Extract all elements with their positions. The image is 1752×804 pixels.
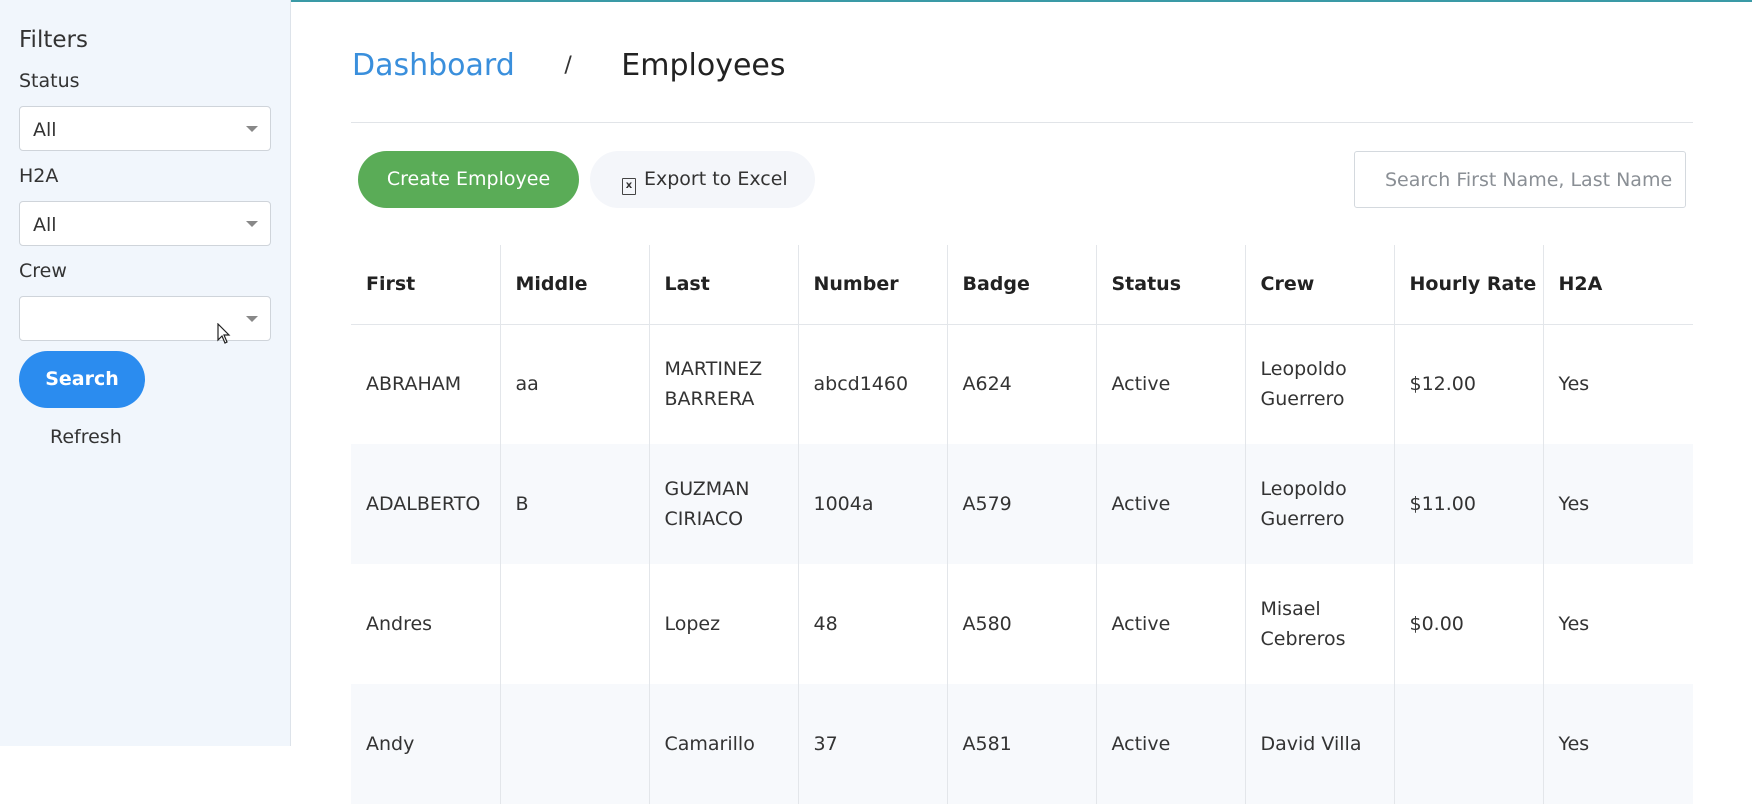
cell-h2a: Yes (1543, 444, 1693, 564)
crew-label: Crew (19, 260, 67, 282)
table-row[interactable]: Andy Camarillo 37 A581 Active David Vill… (351, 684, 1693, 804)
column-header-number[interactable]: Number (798, 245, 948, 325)
breadcrumb: Dashboard / Employees (352, 48, 786, 83)
h2a-select[interactable]: All (19, 201, 271, 246)
cell-first: Andy (351, 684, 501, 804)
breadcrumb-separator: / (564, 53, 572, 78)
cell-hourly-rate: $12.00 (1394, 324, 1544, 444)
column-header-h2a[interactable]: H2A (1543, 245, 1693, 325)
table-row[interactable]: ABRAHAM aa MARTINEZ BARRERA abcd1460 A62… (351, 324, 1693, 444)
filters-title: Filters (19, 27, 88, 53)
h2a-label: H2A (19, 165, 59, 187)
excel-file-icon: x (622, 178, 636, 195)
employees-table: First Middle Last Number Badge Status Cr… (351, 245, 1693, 804)
export-label: Export to Excel (644, 168, 788, 190)
cell-hourly-rate: $11.00 (1394, 444, 1544, 564)
chevron-down-icon (246, 316, 258, 322)
cell-last: GUZMAN CIRIACO (649, 444, 799, 564)
status-select[interactable]: All (19, 106, 271, 151)
table-row[interactable]: Andres Lopez 48 A580 Active Misael Cebre… (351, 564, 1693, 684)
refresh-link[interactable]: Refresh (50, 426, 122, 448)
column-header-last[interactable]: Last (649, 245, 799, 325)
employee-search-input[interactable] (1354, 151, 1686, 208)
chevron-down-icon (246, 221, 258, 227)
breadcrumb-dashboard-link[interactable]: Dashboard (352, 48, 515, 83)
cell-first: ABRAHAM (351, 324, 501, 444)
cell-last: MARTINEZ BARRERA (649, 324, 799, 444)
cell-middle (500, 684, 650, 804)
cell-h2a: Yes (1558, 373, 1590, 396)
create-employee-button[interactable]: Create Employee (358, 151, 579, 208)
cell-middle: aa (500, 324, 650, 444)
cell-last: Lopez (649, 564, 799, 684)
cell-first: Andres (351, 564, 501, 684)
search-button[interactable]: Search (19, 351, 145, 408)
cell-number: 48 (798, 564, 948, 684)
column-header-badge[interactable]: Badge (947, 245, 1097, 325)
h2a-select-value: All (33, 214, 57, 236)
cell-last: Camarillo (649, 684, 799, 804)
page-title: Employees (621, 48, 786, 83)
cell-number: 37 (798, 684, 948, 804)
cell-first: ADALBERTO (351, 444, 501, 564)
status-label: Status (19, 70, 80, 92)
column-header-hourly-rate[interactable]: Hourly Rate (1394, 245, 1544, 325)
cell-number: abcd1460 (798, 324, 948, 444)
cell-crew: Misael Cebreros (1245, 564, 1395, 684)
cell-status: Active (1096, 324, 1246, 444)
cell-crew: Leopoldo Guerrero (1245, 444, 1395, 564)
cell-h2a: Yes (1543, 684, 1693, 804)
chevron-down-icon (246, 126, 258, 132)
header-divider (351, 122, 1693, 123)
status-select-value: All (33, 119, 57, 141)
cell-hourly-rate (1394, 684, 1544, 804)
crew-select[interactable] (19, 296, 271, 341)
column-header-middle[interactable]: Middle (500, 245, 650, 325)
table-header-row: First Middle Last Number Badge Status Cr… (351, 245, 1693, 325)
filters-sidebar: Filters Status All H2A All Crew Search R… (0, 0, 291, 746)
column-header-first[interactable]: First (351, 245, 501, 325)
cell-badge: A579 (947, 444, 1097, 564)
mouse-cursor-icon (217, 323, 231, 344)
cell-badge: A581 (947, 684, 1097, 804)
cell-badge: A624 (947, 324, 1097, 444)
cell-number: 1004a (798, 444, 948, 564)
cell-hourly-rate: $0.00 (1394, 564, 1544, 684)
cell-status: Active (1096, 684, 1246, 804)
column-header-crew[interactable]: Crew (1245, 245, 1395, 325)
cell-status: Active (1096, 444, 1246, 564)
cell-status: Active (1096, 564, 1246, 684)
cell-middle: B (500, 444, 650, 564)
cell-badge: A580 (947, 564, 1097, 684)
cell-h2a: Yes (1558, 613, 1590, 635)
table-row[interactable]: ADALBERTO B GUZMAN CIRIACO 1004a A579 Ac… (351, 444, 1693, 564)
cell-crew: David Villa (1245, 684, 1395, 804)
export-to-excel-button[interactable]: x Export to Excel (590, 151, 815, 208)
column-header-status[interactable]: Status (1096, 245, 1246, 325)
cell-middle (500, 564, 650, 684)
cell-crew: Leopoldo Guerrero (1245, 324, 1395, 444)
